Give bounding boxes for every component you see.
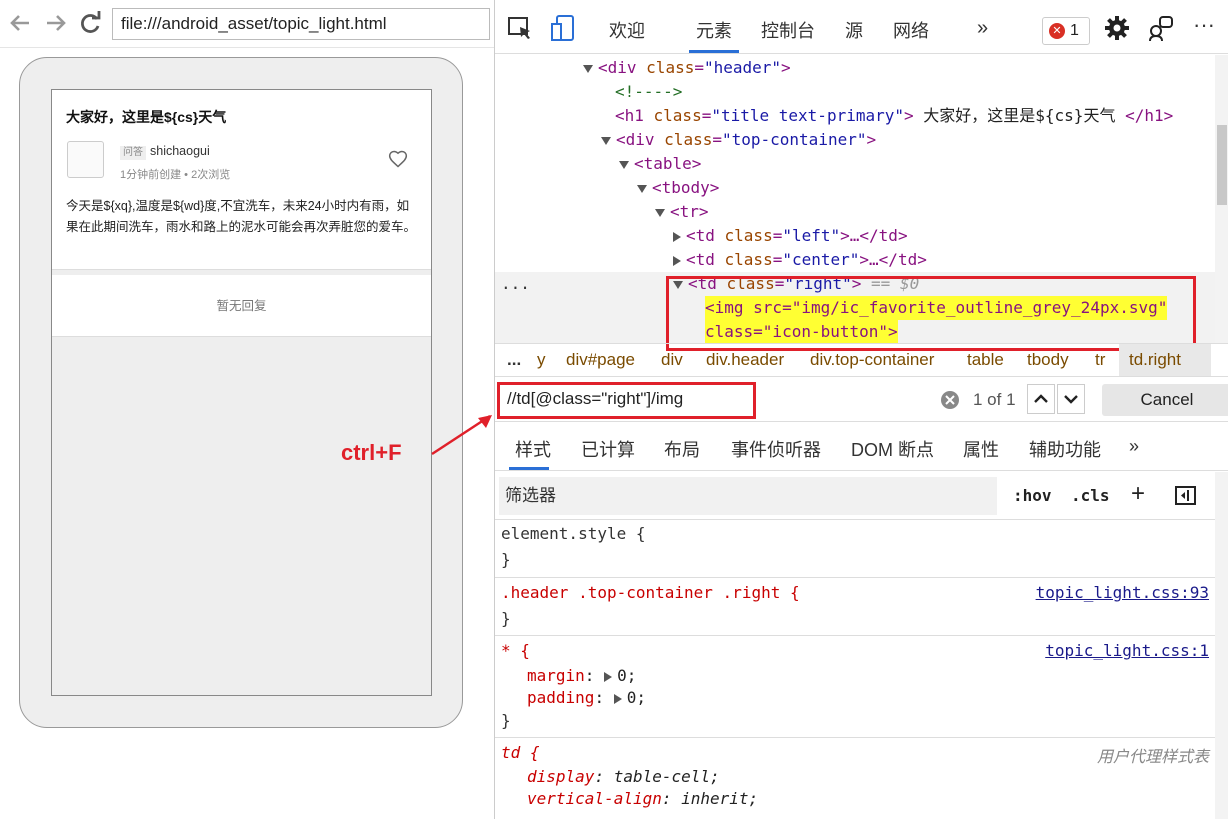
breadcrumb-table[interactable]: table — [967, 350, 1004, 370]
match-count: 1 of 1 — [973, 390, 1016, 409]
error-icon: ✕ — [1049, 23, 1065, 39]
tab-layout[interactable]: 布局 — [664, 436, 700, 462]
source-link[interactable]: topic_light.css:93 — [1036, 583, 1209, 602]
rule-universal[interactable]: * { topic_light.css:1 margin: 0; padding… — [495, 636, 1215, 738]
topic-title: 大家好，这里是${cs}天气 — [66, 109, 227, 125]
toggle-sidebar-icon[interactable] — [1175, 486, 1196, 505]
tab-styles[interactable]: 样式 — [515, 436, 551, 462]
useragent-stylesheet-label: 用户代理样式表 — [1096, 747, 1209, 766]
source-link[interactable]: topic_light.css:1 — [1045, 641, 1209, 660]
tab-accessibility[interactable]: 辅助功能 — [1029, 436, 1101, 462]
active-subtab-indicator — [509, 467, 549, 470]
rule-header-right[interactable]: .header .top-container .right { topic_li… — [495, 578, 1215, 636]
devtools-toolbar: 欢迎 元素 控制台 源 网络 » ✕ 1 ··· — [495, 0, 1228, 54]
previous-match-button[interactable] — [1027, 384, 1055, 414]
breadcrumb-div[interactable]: div — [661, 350, 683, 370]
styles-scrollbar[interactable] — [1215, 472, 1228, 819]
breadcrumb-tr[interactable]: tr — [1095, 350, 1105, 370]
tab-dom-breakpoints[interactable]: DOM 断点 — [851, 436, 934, 462]
rule-td-useragent[interactable]: td { 用户代理样式表 display: table-cell; vertic… — [495, 738, 1215, 828]
dom-node-tr[interactable]: <tr> — [655, 200, 709, 224]
styles-subtabs: 样式 已计算 布局 事件侦听器 DOM 断点 属性 辅助功能 » — [495, 423, 1228, 471]
dom-node-td-left[interactable]: <td class="left">…</td> — [673, 224, 908, 248]
no-reply-label: 暂无回复 — [52, 275, 431, 337]
breadcrumb: ... y div#page div div.header div.top-co… — [495, 343, 1228, 377]
gear-icon[interactable] — [1103, 14, 1131, 42]
annotation-arrow-icon — [431, 414, 492, 456]
topic-tag: 问答 — [120, 146, 146, 160]
device-emulation-icon[interactable] — [550, 14, 578, 42]
feedback-icon[interactable] — [1147, 14, 1175, 42]
breadcrumb-tbody[interactable]: tbody — [1027, 350, 1069, 370]
back-arrow-icon[interactable] — [8, 10, 32, 36]
avatar — [67, 141, 104, 178]
tab-event-listeners[interactable]: 事件侦听器 — [731, 436, 821, 462]
cls-button[interactable]: .cls — [1071, 486, 1110, 505]
chevron-up-icon — [1034, 394, 1048, 403]
ctrl-f-annotation: ctrl+F — [341, 440, 402, 465]
tab-welcome[interactable]: 欢迎 — [609, 17, 645, 43]
more-tabs-button[interactable]: » — [977, 17, 988, 40]
breadcrumb-y[interactable]: y — [537, 350, 546, 370]
more-options-icon[interactable]: ··· — [1193, 12, 1215, 38]
dom-tree: <div class="header"> <!----> <h1 class="… — [495, 55, 1215, 351]
filter-input[interactable]: 筛选器 — [499, 477, 997, 515]
chevron-down-icon — [1064, 395, 1078, 404]
error-count: 1 — [1070, 22, 1079, 39]
tab-network[interactable]: 网络 — [893, 17, 929, 43]
breadcrumb-div-page[interactable]: div#page — [566, 350, 635, 370]
phone-screen: 大家好，这里是${cs}天气 问答 shichaogui 1分钟前创建 • 2次… — [51, 89, 432, 696]
browser-window: file:///android_asset/topic_light.html 大… — [0, 0, 494, 819]
browser-toolbar: file:///android_asset/topic_light.html — [0, 0, 494, 48]
tab-sources[interactable]: 源 — [845, 17, 863, 43]
topic-meta: 1分钟前创建 • 2次浏览 — [120, 169, 231, 181]
dom-node-table[interactable]: <table> — [619, 152, 701, 176]
tab-elements[interactable]: 元素 — [696, 17, 732, 43]
tab-properties[interactable]: 属性 — [963, 436, 999, 462]
more-subtabs-button[interactable]: » — [1129, 436, 1139, 457]
dom-scrollbar[interactable] — [1215, 55, 1228, 343]
author-name[interactable]: shichaogui — [150, 144, 210, 158]
styles-filter-bar: 筛选器 :hov .cls + — [495, 472, 1228, 520]
breadcrumb-top-container[interactable]: div.top-container — [810, 350, 934, 370]
cancel-button[interactable]: Cancel — [1102, 384, 1228, 416]
favorite-heart-icon[interactable] — [388, 149, 408, 169]
forward-arrow-icon[interactable] — [44, 10, 68, 36]
styles-pane: element.style { } .header .top-container… — [495, 520, 1215, 819]
dom-search-bar: //td[@class="right"]/img 1 of 1 Cancel — [495, 378, 1228, 422]
breadcrumb-ellipsis[interactable]: ... — [507, 350, 521, 370]
dom-node-header[interactable]: <div class="header"> — [583, 56, 791, 80]
highlight-box-img — [666, 276, 1196, 351]
inspect-element-icon[interactable] — [506, 14, 534, 42]
error-count-badge[interactable]: ✕ 1 — [1042, 17, 1090, 45]
reload-icon[interactable] — [78, 10, 102, 36]
dom-row-ellipsis[interactable]: ... — [501, 272, 530, 296]
dom-node-h1[interactable]: <h1 class="title text-primary"> 大家好，这里是$… — [615, 104, 1173, 128]
dom-comment[interactable]: <!----> — [615, 80, 682, 104]
tab-console[interactable]: 控制台 — [761, 17, 815, 43]
dom-node-tbody[interactable]: <tbody> — [637, 176, 719, 200]
breadcrumb-div-header[interactable]: div.header — [706, 350, 784, 370]
devtools-panel: 欢迎 元素 控制台 源 网络 » ✕ 1 ··· <div class="hea… — [494, 0, 1228, 819]
topic-body: 今天是${xq},温度是${wd}度,不宜洗车，未来24小时内有雨，如果在此期间… — [66, 199, 417, 234]
dom-node-td-center[interactable]: <td class="center">…</td> — [673, 248, 927, 272]
url-input[interactable]: file:///android_asset/topic_light.html — [112, 8, 490, 40]
rule-element-style[interactable]: element.style { } — [495, 520, 1215, 578]
tab-computed[interactable]: 已计算 — [581, 436, 635, 462]
clear-search-icon[interactable] — [940, 390, 960, 410]
breadcrumb-td-right[interactable]: td.right — [1119, 344, 1211, 376]
dom-node-top-container[interactable]: <div class="top-container"> — [601, 128, 876, 152]
new-rule-button[interactable]: + — [1131, 480, 1145, 508]
topic-card: 大家好，这里是${cs}天气 问答 shichaogui 1分钟前创建 • 2次… — [52, 90, 431, 270]
scrollbar-thumb[interactable] — [1217, 125, 1227, 205]
hov-button[interactable]: :hov — [1013, 486, 1052, 505]
highlight-box-search — [497, 382, 756, 419]
next-match-button[interactable] — [1057, 384, 1085, 414]
active-tab-indicator — [689, 50, 739, 53]
